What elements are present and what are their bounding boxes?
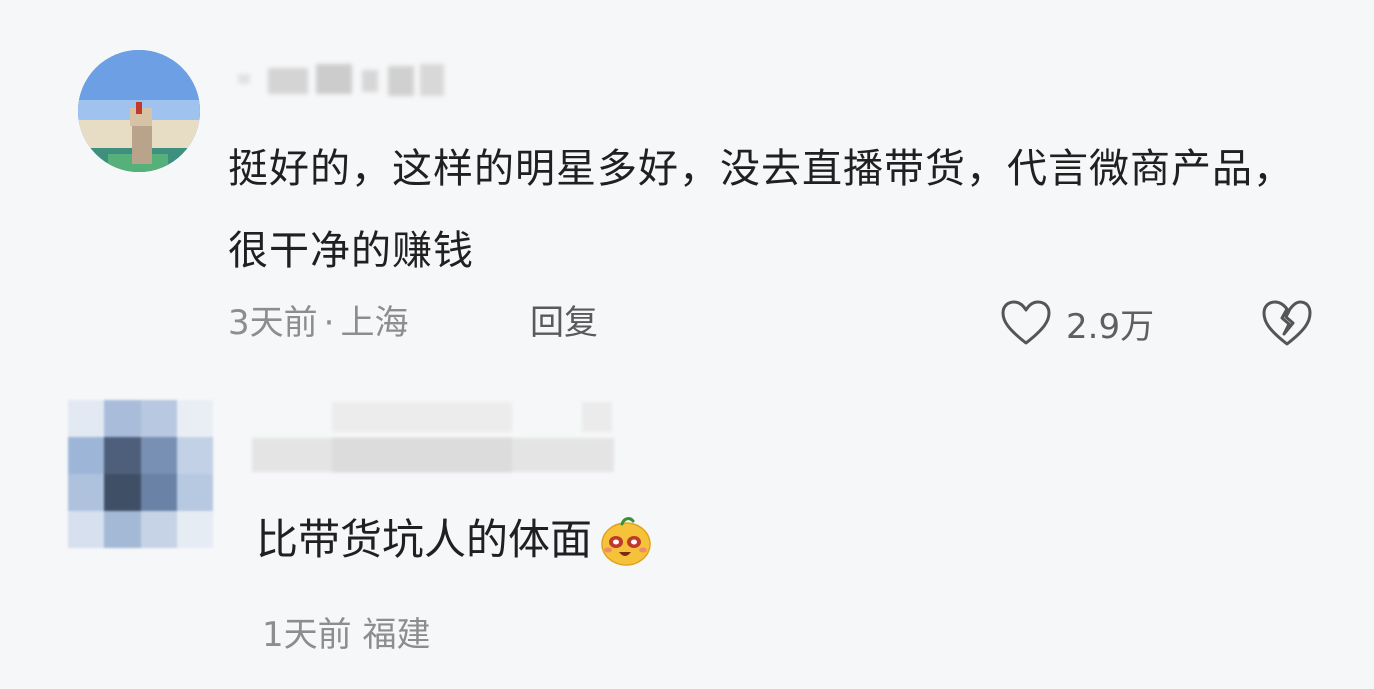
comment-location: 福建 <box>362 615 431 655</box>
broken-heart-icon[interactable] <box>1260 298 1314 348</box>
comment-location: 上海 <box>340 303 409 343</box>
comment-meta: 1天前 福建 <box>262 612 430 658</box>
username-blurred[interactable] <box>252 402 614 472</box>
comment-time: 3天前 <box>228 303 318 343</box>
reply-button[interactable]: 回复 <box>530 300 598 346</box>
comment-time: 1天前 <box>262 615 352 655</box>
comment-list: 挺好的，这样的明星多好，没去直播带货，代言微商产品，很干净的赚钱 3天前 · 上海 … <box>0 0 1374 689</box>
like-count: 2.9万 <box>1066 306 1155 347</box>
laughing-emoji-icon <box>601 517 651 566</box>
meta-separator: · <box>323 303 335 343</box>
avatar-blurred[interactable] <box>68 400 213 548</box>
comment-meta: 3天前 · 上海 <box>228 300 408 346</box>
heart-outline-icon <box>1001 300 1051 345</box>
avatar[interactable] <box>78 50 200 172</box>
comment-text: 挺好的，这样的明星多好，没去直播带货，代言微商产品，很干净的赚钱 <box>228 146 1294 274</box>
like-button[interactable]: 2.9万 <box>1000 296 1154 350</box>
comment-text-content: 比带货坑人的体面 <box>256 515 593 564</box>
comment-text: 比带货坑人的体面 <box>256 505 654 575</box>
username-blurred[interactable] <box>238 60 448 100</box>
